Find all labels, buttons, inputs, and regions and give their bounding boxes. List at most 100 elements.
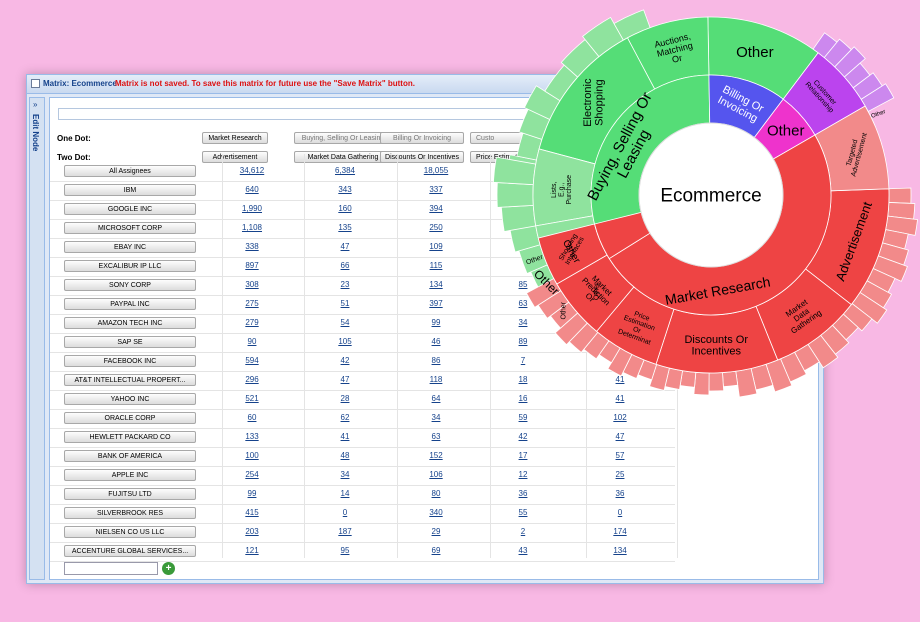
count-link[interactable]: 80 [406,488,466,500]
count-link[interactable]: 47 [590,431,650,443]
count-link[interactable]: 394 [406,203,466,215]
assignee-button[interactable]: AT&T INTELLECTUAL PROPERT... [64,374,196,386]
count-link[interactable]: 99 [406,317,466,329]
count-link[interactable]: 14 [315,488,375,500]
assignee-button[interactable]: YAHOO INC [64,393,196,405]
count-link[interactable]: 34 [315,469,375,481]
count-link[interactable]: 397 [406,298,466,310]
count-link[interactable]: 41 [315,431,375,443]
count-link[interactable]: 25 [590,469,650,481]
count-link[interactable]: 90 [222,336,282,348]
count-link[interactable]: 69 [406,545,466,557]
one-dot-billing-button[interactable]: Billing Or Invoicing [380,132,464,144]
assignee-button[interactable]: IBM [64,184,196,196]
assignee-button[interactable]: EBAY INC [64,241,196,253]
count-link[interactable]: 18,055 [406,165,466,177]
assignee-button[interactable]: FUJITSU LTD [64,488,196,500]
bottom-input[interactable] [64,562,158,575]
count-link[interactable]: 42 [315,355,375,367]
outer-segment-green[interactable] [496,182,534,208]
count-link[interactable]: 296 [222,374,282,386]
count-link[interactable]: 134 [406,279,466,291]
count-link[interactable]: 57 [590,450,650,462]
expand-icon[interactable]: » [33,100,37,109]
outer-segment-red[interactable] [722,370,739,388]
count-link[interactable]: 115 [406,260,466,272]
count-link[interactable]: 415 [222,507,282,519]
count-link[interactable]: 47 [315,241,375,253]
count-link[interactable]: 23 [315,279,375,291]
count-link[interactable]: 55 [493,507,553,519]
count-link[interactable]: 897 [222,260,282,272]
assignee-button[interactable]: ACCENTURE GLOBAL SERVICES... [64,545,196,557]
count-link[interactable]: 254 [222,469,282,481]
count-link[interactable]: 152 [406,450,466,462]
add-icon[interactable]: + [162,562,175,575]
count-link[interactable]: 1,108 [222,222,282,234]
assignee-button[interactable]: All Assignees [64,165,196,177]
assignee-button[interactable]: GOOGLE INC [64,203,196,215]
assignee-button[interactable]: BANK OF AMERICA [64,450,196,462]
assignee-button[interactable]: PAYPAL INC [64,298,196,310]
count-link[interactable]: 118 [406,374,466,386]
count-link[interactable]: 42 [493,431,553,443]
count-link[interactable]: 59 [493,412,553,424]
count-link[interactable]: 109 [406,241,466,253]
assignee-button[interactable]: APPLE INC [64,469,196,481]
count-link[interactable]: 12 [493,469,553,481]
count-link[interactable]: 343 [315,184,375,196]
assignee-button[interactable]: EXCALIBUR IP LLC [64,260,196,272]
assignee-button[interactable]: HEWLETT PACKARD CO [64,431,196,443]
count-link[interactable]: 203 [222,526,282,538]
count-link[interactable]: 60 [222,412,282,424]
count-link[interactable]: 102 [590,412,650,424]
count-link[interactable]: 0 [315,507,375,519]
count-link[interactable]: 36 [493,488,553,500]
count-link[interactable]: 2 [493,526,553,538]
count-link[interactable]: 160 [315,203,375,215]
count-link[interactable]: 275 [222,298,282,310]
count-link[interactable]: 121 [222,545,282,557]
count-link[interactable]: 250 [406,222,466,234]
count-link[interactable]: 133 [222,431,282,443]
count-link[interactable]: 36 [590,488,650,500]
outer-segment-red[interactable] [708,372,725,392]
edit-node-panel[interactable]: » Edit Node [29,97,45,580]
count-link[interactable]: 95 [315,545,375,557]
count-link[interactable]: 86 [406,355,466,367]
count-link[interactable]: 48 [315,450,375,462]
count-link[interactable]: 66 [315,260,375,272]
count-link[interactable]: 338 [222,241,282,253]
count-link[interactable]: 62 [315,412,375,424]
count-link[interactable]: 0 [590,507,650,519]
count-link[interactable]: 99 [222,488,282,500]
count-link[interactable]: 134 [590,545,650,557]
assignee-button[interactable]: FACEBOOK INC [64,355,196,367]
outer-segment-red[interactable] [693,371,710,396]
count-link[interactable]: 594 [222,355,282,367]
count-link[interactable]: 34 [406,412,466,424]
count-link[interactable]: 63 [406,431,466,443]
count-link[interactable]: 279 [222,317,282,329]
count-link[interactable]: 187 [315,526,375,538]
count-link[interactable]: 174 [590,526,650,538]
count-link[interactable]: 340 [406,507,466,519]
assignee-button[interactable]: SONY CORP [64,279,196,291]
assignee-button[interactable]: SAP SE [64,336,196,348]
count-link[interactable]: 47 [315,374,375,386]
outer-segment-red[interactable] [888,187,912,204]
count-link[interactable]: 6,384 [315,165,375,177]
count-link[interactable]: 17 [493,450,553,462]
one-dot-buying-selling-button[interactable]: Buying, Selling Or Leasing [294,132,392,144]
assignee-button[interactable]: SILVERBROOK RES [64,507,196,519]
count-link[interactable]: 29 [406,526,466,538]
assignee-button[interactable]: AMAZON TECH INC [64,317,196,329]
count-link[interactable]: 28 [315,393,375,405]
count-link[interactable]: 521 [222,393,282,405]
count-link[interactable]: 640 [222,184,282,196]
count-link[interactable]: 1,990 [222,203,282,215]
count-link[interactable]: 46 [406,336,466,348]
one-dot-market-research-button[interactable]: Market Research [202,132,268,144]
assignee-button[interactable]: MICROSOFT CORP [64,222,196,234]
count-link[interactable]: 64 [406,393,466,405]
